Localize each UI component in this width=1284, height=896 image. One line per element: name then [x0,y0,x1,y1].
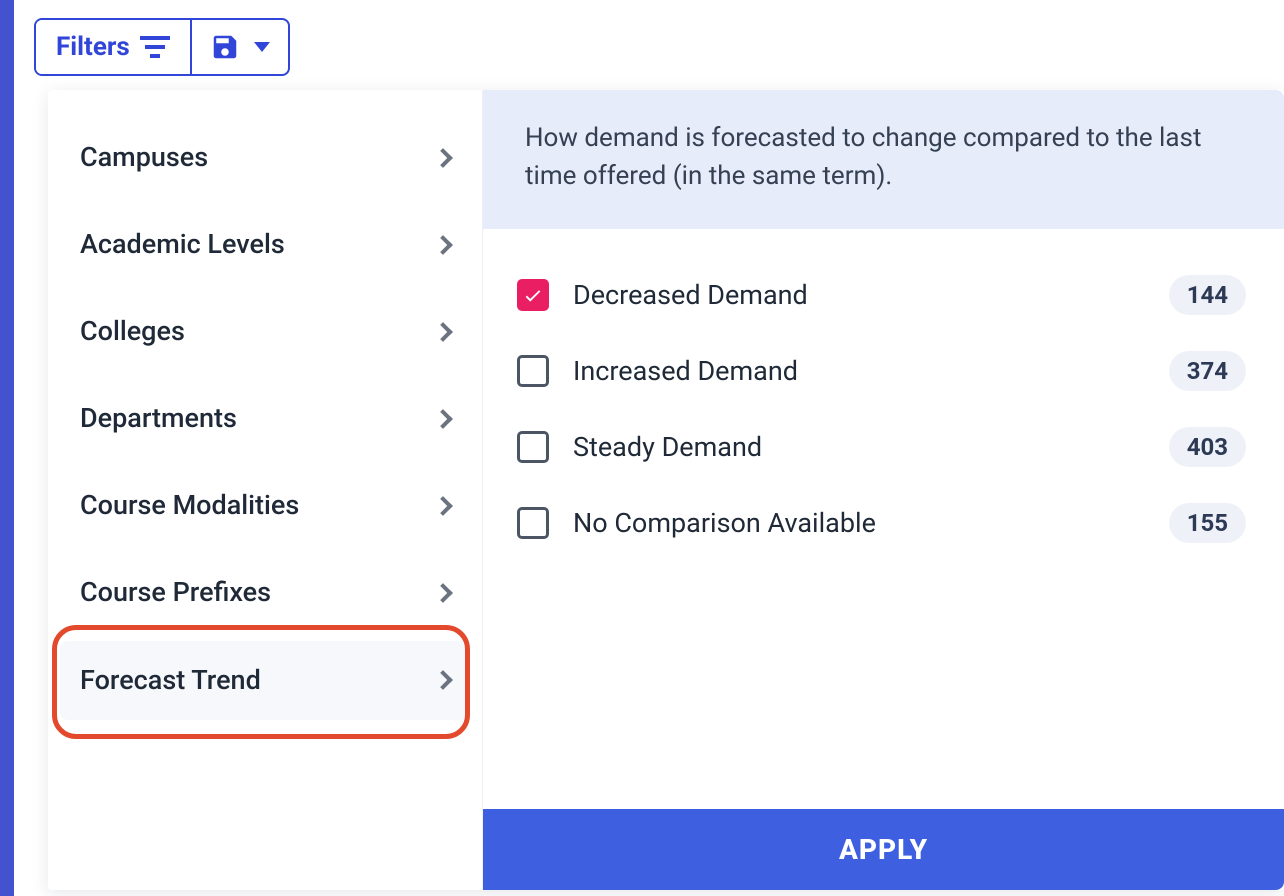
option-count: 403 [1169,427,1246,467]
option-label: No Comparison Available [573,507,1145,539]
checkbox[interactable] [517,507,549,539]
chevron-right-icon [433,148,453,168]
chevron-right-icon [433,583,453,603]
option-count: 374 [1169,351,1246,391]
category-course-modalities[interactable]: Course Modalities [60,466,470,545]
filter-options-column: How demand is forecasted to change compa… [482,90,1284,890]
category-academic-levels[interactable]: Academic Levels [60,205,470,284]
filters-panel: Campuses Academic Levels Colleges Depart… [48,90,1284,890]
chevron-right-icon [433,496,453,516]
category-course-prefixes[interactable]: Course Prefixes [60,553,470,632]
checkbox[interactable] [517,355,549,387]
category-departments[interactable]: Departments [60,379,470,458]
category-campuses[interactable]: Campuses [60,118,470,197]
category-label: Academic Levels [80,227,285,262]
category-label: Colleges [80,314,185,349]
app-left-rail [0,0,14,896]
category-colleges[interactable]: Colleges [60,292,470,371]
option-count: 144 [1169,275,1246,315]
chevron-right-icon [433,235,453,255]
filters-label: Filters [56,32,130,62]
chevron-right-icon [433,322,453,342]
apply-button[interactable]: APPLY [483,809,1284,890]
option-label: Decreased Demand [573,279,1145,311]
option-count: 155 [1169,503,1246,543]
filter-options-list: Decreased Demand 144 Increased Demand 37… [483,229,1284,809]
option-label: Steady Demand [573,431,1145,463]
chevron-right-icon [433,409,453,429]
checkbox[interactable] [517,279,549,311]
category-forecast-trend[interactable]: Forecast Trend [60,641,470,720]
option-decreased-demand[interactable]: Decreased Demand 144 [513,257,1250,333]
checkbox[interactable] [517,431,549,463]
category-label: Course Modalities [80,488,299,523]
option-no-comparison[interactable]: No Comparison Available 155 [513,485,1250,561]
category-label: Departments [80,401,237,436]
filter-description: How demand is forecasted to change compa… [483,90,1284,229]
filter-categories-column: Campuses Academic Levels Colleges Depart… [48,90,482,890]
option-increased-demand[interactable]: Increased Demand 374 [513,333,1250,409]
category-label: Campuses [80,140,208,175]
save-dropdown-button[interactable] [192,20,288,74]
chevron-right-icon [433,670,453,690]
category-label: Course Prefixes [80,575,271,610]
option-steady-demand[interactable]: Steady Demand 403 [513,409,1250,485]
category-label: Forecast Trend [80,663,261,698]
filter-toolbar: Filters [34,18,290,76]
filter-lines-icon [140,36,170,58]
option-label: Increased Demand [573,355,1145,387]
save-icon [210,32,240,62]
filters-button[interactable]: Filters [36,20,190,74]
caret-down-icon [254,42,270,52]
